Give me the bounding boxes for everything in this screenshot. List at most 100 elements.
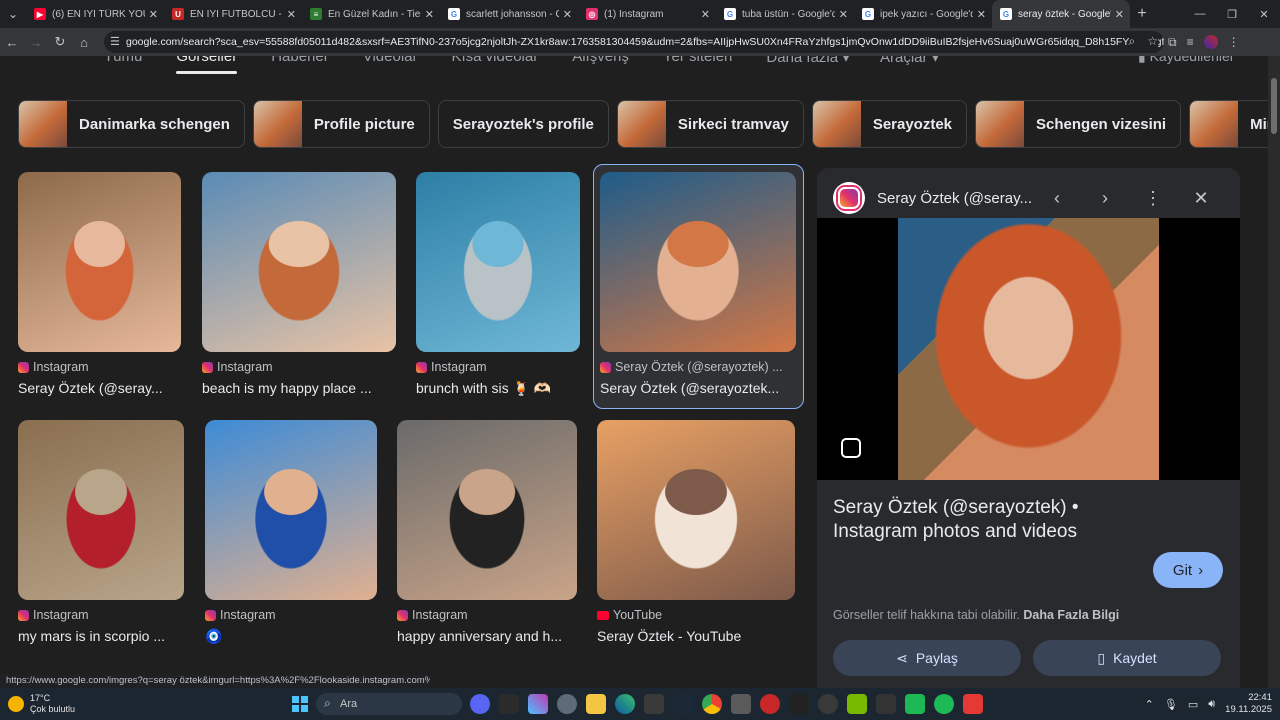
previous-icon[interactable]: ‹: [1033, 188, 1081, 209]
save-button[interactable]: ▯ Kaydet: [1033, 640, 1221, 676]
taskbar-search[interactable]: ⌕ Ara: [316, 693, 462, 715]
image-result[interactable]: Instagram 🧿: [205, 420, 377, 645]
store-icon[interactable]: [644, 694, 664, 714]
browser-tab[interactable]: ▶ (6) EN İYİ TÜRK YOUTUBE ✕: [26, 0, 164, 28]
minimize-icon[interactable]: —: [1184, 0, 1216, 28]
related-search-chip[interactable]: Danimarka schengen: [18, 100, 245, 148]
close-tab-icon[interactable]: ✕: [287, 8, 296, 21]
weather-widget[interactable]: 17°C Çok bulutlu: [8, 693, 75, 715]
result-caption[interactable]: Seray Öztek (@serayoztek...: [600, 380, 796, 396]
result-thumbnail[interactable]: [205, 420, 377, 600]
tab-search-icon[interactable]: ⌄: [0, 0, 26, 28]
close-tab-icon[interactable]: ✕: [1115, 8, 1124, 21]
result-thumbnail[interactable]: [597, 420, 795, 600]
start-icon[interactable]: [292, 696, 308, 712]
terminal-icon[interactable]: [499, 694, 519, 714]
result-caption[interactable]: Seray Öztek (@seray...: [18, 380, 181, 396]
browser-tab[interactable]: ◎ (1) Instagram ✕: [578, 0, 716, 28]
app-icon[interactable]: [731, 694, 751, 714]
lens-search-icon[interactable]: [841, 438, 861, 458]
search-tab[interactable]: Alışveriş: [572, 56, 629, 66]
bookmark-star-icon[interactable]: ☆: [1147, 34, 1158, 49]
network-icon[interactable]: ▭: [1188, 698, 1198, 711]
result-thumbnail[interactable]: [18, 420, 184, 600]
zoom-search-icon[interactable]: ⌕: [1129, 34, 1136, 49]
site-info-icon[interactable]: ☰: [110, 35, 120, 48]
url-input[interactable]: ☰ google.com/search?sca_esv=55588fd05011…: [104, 31, 1164, 53]
profile-avatar[interactable]: [1203, 35, 1218, 49]
search-tab[interactable]: Tümü: [104, 56, 142, 66]
menu-icon[interactable]: ⋮: [1228, 35, 1240, 49]
more-icon[interactable]: ⋮: [1129, 188, 1177, 209]
related-search-chip[interactable]: Serayoztek's profile: [437, 100, 609, 148]
panel-title[interactable]: Seray Öztek (@serayoztek) • Instagram ph…: [833, 496, 1143, 544]
preview-image[interactable]: [898, 218, 1159, 480]
close-window-icon[interactable]: ✕: [1248, 0, 1280, 28]
extensions-icon[interactable]: ⧉: [1168, 35, 1177, 50]
search-tab[interactable]: Görseller: [176, 56, 237, 74]
saved-link[interactable]: ▮ Kaydedilenler: [1138, 56, 1234, 65]
result-thumbnail[interactable]: [600, 172, 796, 352]
green-app-icon[interactable]: [905, 694, 925, 714]
search-tab[interactable]: Haberler: [271, 56, 329, 66]
result-source[interactable]: Instagram: [205, 608, 377, 622]
close-tab-icon[interactable]: ✕: [701, 8, 710, 21]
red-app-icon[interactable]: [760, 694, 780, 714]
recorder-icon[interactable]: [963, 694, 983, 714]
image-result[interactable]: Instagram beach is my happy place ...: [202, 172, 396, 396]
result-source[interactable]: Instagram: [416, 360, 580, 374]
browser-tab[interactable]: Gtuba üstün - Google'da A ✕: [716, 0, 854, 28]
result-source[interactable]: YouTube: [597, 608, 795, 622]
related-search-chip[interactable]: Profile picture: [252, 100, 430, 148]
result-caption[interactable]: beach is my happy place ...: [202, 380, 396, 396]
search-tab[interactable]: Daha fazla ▾: [766, 56, 849, 66]
browser-tab[interactable]: U EN İYİ FUTBOLCU - SEZO ✕: [164, 0, 302, 28]
discord-icon[interactable]: [470, 694, 490, 714]
forward-icon[interactable]: →: [24, 28, 48, 56]
home-icon[interactable]: ⌂: [72, 28, 96, 56]
image-result[interactable]: Instagram Seray Öztek (@seray...: [18, 172, 181, 396]
result-caption[interactable]: happy anniversary and h...: [397, 628, 577, 644]
browser-tab[interactable]: Gscarlett johansson - Goog ✕: [440, 0, 578, 28]
related-search-chip[interactable]: Mini coc: [1189, 100, 1280, 148]
visit-button[interactable]: Git ›: [1153, 552, 1223, 588]
tray-chevron-icon[interactable]: ⌃: [1145, 698, 1154, 711]
microphone-icon[interactable]: 🎙︎: [1164, 698, 1178, 711]
image-result[interactable]: Instagram brunch with sis 🍹 🫶🏻: [416, 172, 580, 397]
reload-icon[interactable]: ↻: [48, 28, 72, 56]
tools-menu[interactable]: Araçlar ▾: [880, 56, 939, 66]
search-tab[interactable]: Kısa videolar: [452, 56, 539, 66]
close-panel-icon[interactable]: ✕: [1177, 188, 1225, 209]
browser-tab[interactable]: ≡ En Güzel Kadın - Tier List ✕: [302, 0, 440, 28]
related-search-chip[interactable]: Sirkeci tramvay: [616, 100, 804, 148]
close-tab-icon[interactable]: ✕: [563, 8, 572, 21]
result-thumbnail[interactable]: [18, 172, 181, 352]
result-source[interactable]: Instagram: [18, 360, 181, 374]
result-source[interactable]: Instagram: [18, 608, 184, 622]
panel-site-name[interactable]: Seray Öztek (@seray...: [877, 190, 1033, 207]
volume-icon[interactable]: 🔊︎: [1208, 698, 1215, 711]
edge-icon[interactable]: [615, 694, 635, 714]
browser-tab[interactable]: Gseray öztek - Google'da A ✕: [992, 0, 1130, 28]
share-button[interactable]: ⋖ Paylaş: [833, 640, 1021, 676]
g-app-icon[interactable]: [876, 694, 896, 714]
chrome-icon[interactable]: [702, 694, 722, 714]
result-thumbnail[interactable]: [202, 172, 396, 352]
image-result[interactable]: Instagram my mars is in scorpio ...: [18, 420, 184, 644]
close-tab-icon[interactable]: ✕: [425, 8, 434, 21]
chatgpt-icon[interactable]: [818, 694, 838, 714]
back-icon[interactable]: ←: [0, 28, 24, 56]
settings-icon[interactable]: [557, 694, 577, 714]
image-result[interactable]: Seray Öztek (@serayoztek) ... Seray Öztek…: [600, 172, 796, 396]
result-caption[interactable]: brunch with sis 🍹 🫶🏻: [416, 380, 580, 397]
spotify-icon[interactable]: [934, 694, 954, 714]
result-thumbnail[interactable]: [397, 420, 577, 600]
result-source[interactable]: Seray Öztek (@serayoztek) ...: [600, 360, 796, 374]
page-scrollbar[interactable]: [1268, 56, 1280, 688]
image-result[interactable]: YouTube Seray Öztek - YouTube: [597, 420, 795, 644]
result-caption[interactable]: my mars is in scorpio ...: [18, 628, 184, 644]
capcut-icon[interactable]: [789, 694, 809, 714]
new-tab-button[interactable]: +: [1130, 5, 1154, 23]
file-explorer-icon[interactable]: [586, 694, 606, 714]
result-caption[interactable]: 🧿: [205, 628, 377, 645]
